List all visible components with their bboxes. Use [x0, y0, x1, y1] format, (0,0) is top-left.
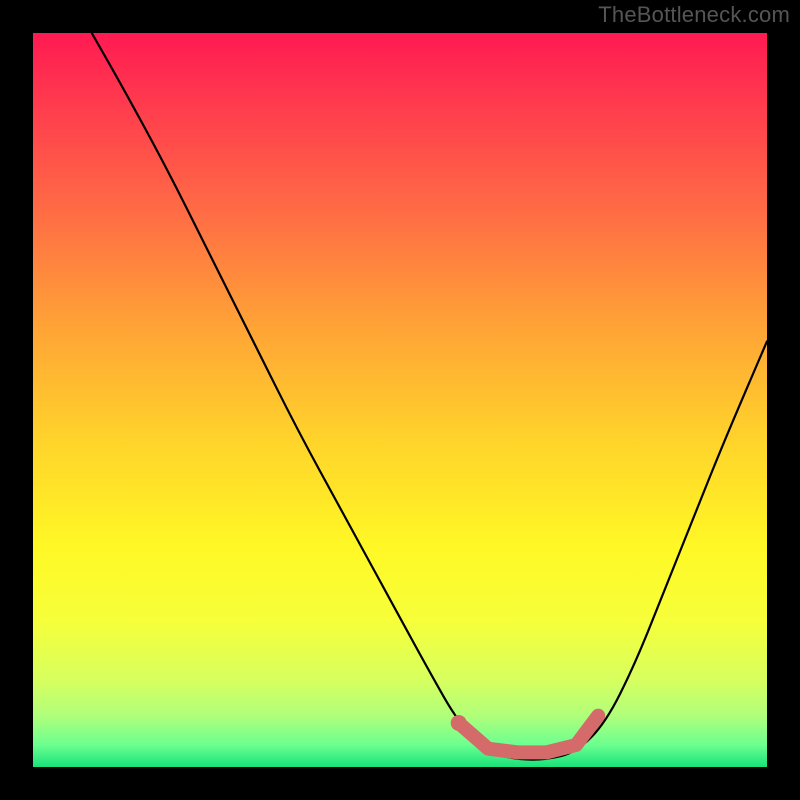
optimal-start-dot	[451, 715, 467, 731]
chart-frame: TheBottleneck.com	[0, 0, 800, 800]
plot-area	[33, 33, 767, 767]
watermark-text: TheBottleneck.com	[598, 2, 790, 28]
optimal-range-marker	[459, 716, 598, 753]
curve-layer	[33, 33, 767, 767]
bottleneck-curve	[92, 33, 767, 760]
